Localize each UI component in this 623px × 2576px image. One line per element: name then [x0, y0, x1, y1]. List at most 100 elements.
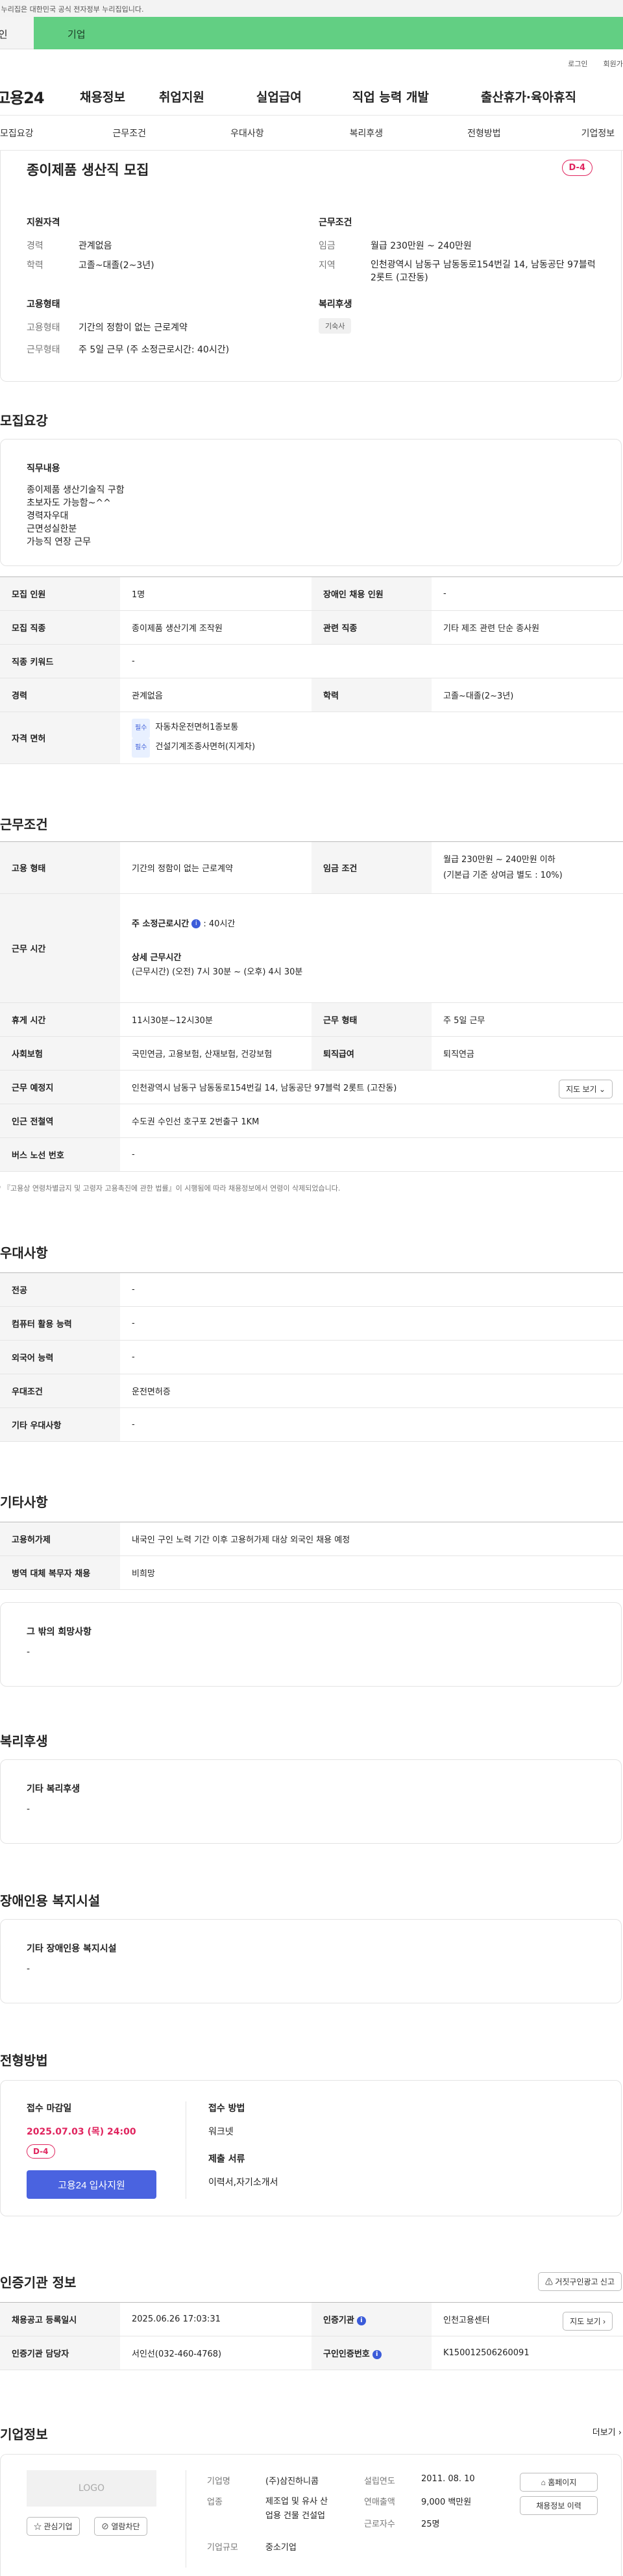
map-button[interactable]: 지도 보기 ⌄: [559, 1080, 613, 1098]
duty-line: 경력자우대: [27, 511, 69, 521]
gnb-jobs[interactable]: 채용정보: [80, 88, 125, 105]
selection-card: 접수 마감일 2025.07.03 (목) 24:00 D-4 고용24 입사지…: [0, 2080, 622, 2216]
gnb-parental-leave[interactable]: 출산휴가·육아휴직: [481, 88, 576, 105]
duty-line: 근면성실한분: [27, 524, 77, 534]
cond-wage: 임금 월급 230만원 ~ 240만원: [319, 241, 472, 251]
row-label: 모집 인원: [0, 576, 120, 611]
row-label: 인증기관 i: [312, 2302, 432, 2336]
welfare-card: 기타 복리후생 -: [0, 1759, 622, 1844]
row-label: 관련 직종: [312, 610, 432, 645]
tab-selection[interactable]: 전형방법: [467, 127, 501, 140]
gnb-unemployment-benefit[interactable]: 실업급여: [256, 88, 302, 105]
row-value: 2025.06.26 17:03:31: [120, 2302, 312, 2336]
tab-recruit[interactable]: 모집요강: [0, 127, 34, 140]
weekly-hours: 주 소정근로시간 i : 40시간: [132, 919, 236, 929]
row-value: 수도권 수인선 호구포 2번출구 1KM: [120, 1104, 623, 1138]
block-view-button[interactable]: ⊘ 열람차단: [94, 2517, 147, 2536]
row-label: 고용 형태: [0, 841, 120, 894]
duty-line: 가능직 연장 근무: [27, 537, 92, 547]
company-more-link[interactable]: 더보기 ›: [592, 2425, 622, 2438]
sales-value: 9,000 백만원: [421, 2497, 472, 2507]
license-item: 필수 자동차운전면허1종보통: [132, 718, 611, 738]
welfare-label: 기타 복리후생: [27, 1784, 80, 1794]
agency-map-button[interactable]: 지도 보기 ›: [563, 2312, 613, 2331]
row-value: -: [120, 644, 623, 678]
signup-link[interactable]: 회원가입: [604, 58, 623, 69]
gnb-employment-support[interactable]: 취업지원: [159, 88, 204, 105]
row-value: K150012506260091: [432, 2336, 623, 2370]
tab-welfare[interactable]: 복리후생: [350, 127, 384, 140]
row-value: 관계없음: [120, 678, 312, 712]
recruit-title: 모집요강: [0, 413, 48, 428]
summary-card: 종이제품 생산직 모집 D-4 지원자격 경력 관계없음 학력 고졸~대졸(2~3년…: [0, 151, 622, 382]
row-label: 자격 면허: [0, 712, 120, 764]
row-value: 운전면허증: [120, 1374, 623, 1408]
row-value: 비희망: [120, 1555, 623, 1590]
row-value: -: [120, 1272, 623, 1307]
welfare-tag: 기숙사: [319, 318, 352, 334]
cond-heading: 근무조건: [319, 217, 352, 228]
row-value: 내국인 구인 노력 기간 이후 고용허가제 대상 외국인 채용 예정: [120, 1522, 623, 1556]
license-list: 필수 자동차운전면허1종보통 필수 건설기계조종사면허(지게차): [120, 712, 623, 764]
tab-pref[interactable]: 우대사항: [230, 127, 264, 140]
row-value: -: [120, 1137, 623, 1172]
selection-title: 전형방법: [0, 2053, 48, 2068]
row-label: 고용허가제: [0, 1522, 120, 1556]
etc-wish-card: 그 밖의 희망사항 -: [0, 1602, 622, 1687]
duty-label: 직무내용: [27, 464, 60, 474]
row-label: 휴게 시간: [0, 1002, 120, 1037]
row-label: 장애인 채용 인원: [312, 576, 432, 611]
block-icon: ⊘: [101, 2522, 110, 2531]
report-button[interactable]: ⚠ 거짓구인광고 신고: [537, 2272, 622, 2291]
pref-table: 전공 - 컴퓨터 활용 능력 - 외국어 능력 - 우대조건 운전면허증 기타 우대사항…: [0, 1272, 623, 1442]
duty-line: 종이제품 생산기술직 구함: [27, 485, 125, 495]
etc-title: 기타사항: [0, 1494, 48, 1510]
cert-title: 인증기관 정보: [0, 2275, 77, 2290]
row-label: 임금 조건: [312, 841, 432, 894]
info-icon[interactable]: i: [356, 2316, 366, 2325]
founded-label: 설립연도: [364, 2477, 395, 2486]
row-value: 국민연금, 고용보험, 산재보험, 건강보험: [120, 1036, 312, 1071]
size-value: 중소기업: [265, 2543, 297, 2553]
row-value: -: [120, 1407, 623, 1442]
tab-work[interactable]: 근무조건: [113, 127, 147, 140]
company-name-label: 기업명: [207, 2477, 230, 2486]
site-logo[interactable]: 고용24: [0, 85, 77, 108]
row-value: 주 5일 근무: [432, 1002, 623, 1037]
pref-title: 우대사항: [0, 1245, 48, 1261]
gnb-vocational-training[interactable]: 직업 능력 개발: [352, 88, 429, 105]
row-value: 고졸~대졸(2~3년): [432, 678, 623, 712]
dday-badge: D-4: [561, 160, 592, 176]
row-label: 인증기관 담당자: [0, 2336, 120, 2370]
age-footnote: * 『고용상 연령차별금지 및 고령자 고용촉진에 관한 법률』이 시행됨에 따…: [0, 1184, 341, 1193]
place-value: 인천광역시 남동구 남동동로154번길 14, 남동공단 97블럭 2롯트 (고…: [132, 1084, 397, 1093]
service-tab-business[interactable]: 기업: [34, 17, 623, 49]
favorite-company-button[interactable]: ☆ 관심기업: [27, 2517, 80, 2536]
row-label: 병역 대체 복무자 채용: [0, 1555, 120, 1590]
row-label: 모집 직종: [0, 610, 120, 645]
duty-lines: 종이제품 생산기술직 구함 초보자도 가능함~^^ 경력자우대 근면성실한분 가…: [27, 484, 125, 549]
apply-button[interactable]: 고용24 입사지원: [27, 2170, 156, 2199]
row-value: -: [432, 576, 623, 611]
row-label: 근무 형태: [312, 1002, 432, 1037]
info-icon[interactable]: i: [191, 919, 201, 928]
method-label: 접수 방법: [208, 2103, 245, 2114]
login-link[interactable]: 로그인: [568, 58, 587, 69]
row-label: 경력: [0, 678, 120, 712]
detail-hours: (근무시간) (오전) 7시 30분 ~ (오후) 4시 30분: [132, 967, 303, 977]
recruit-table: 모집 인원 1명 장애인 채용 인원 - 모집 직종 종이제품 생산기계 조작원 관련 직…: [0, 576, 623, 764]
detail-hours-label: 상세 근무시간: [132, 952, 182, 963]
tab-company[interactable]: 기업정보: [581, 127, 615, 140]
home-icon: ⌂: [541, 2478, 546, 2487]
row-value: 기간의 정함이 없는 근로계약: [120, 841, 312, 894]
homepage-button[interactable]: ⌂ 홈페이지: [520, 2473, 598, 2492]
service-tab-individual[interactable]: 개인: [0, 17, 34, 49]
row-label: 인근 전철역: [0, 1104, 120, 1138]
row-label: 컴퓨터 활용 능력: [0, 1306, 120, 1341]
info-icon[interactable]: i: [372, 2349, 382, 2359]
method-value: 워크넷: [208, 2127, 234, 2137]
industry-label: 업종: [207, 2497, 223, 2507]
qual-heading: 지원자격: [27, 217, 60, 228]
recruit-history-button[interactable]: 채용정보 이력: [520, 2496, 598, 2515]
row-value: 1명: [120, 576, 312, 611]
